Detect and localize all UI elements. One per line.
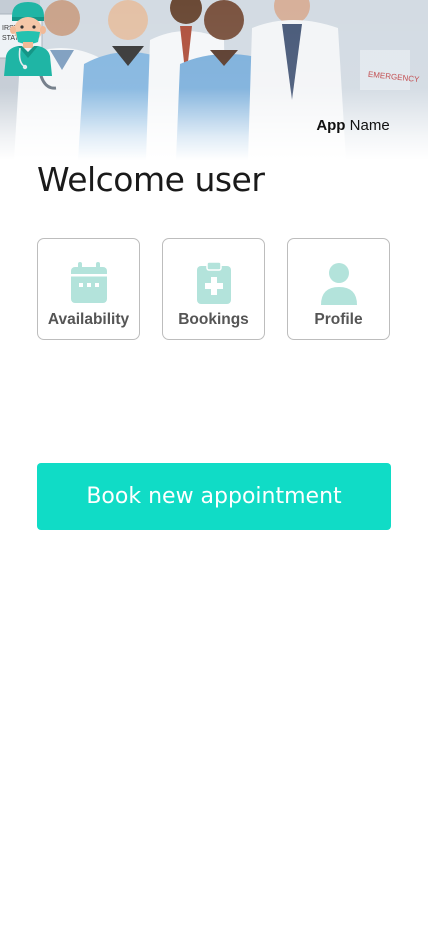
calendar-icon — [70, 262, 107, 303]
bookings-tile-label: Bookings — [178, 311, 249, 328]
book-new-appointment-button[interactable]: Book new appointment — [37, 463, 391, 530]
user-icon — [320, 263, 357, 305]
header-fade-overlay — [0, 0, 428, 160]
app-name-bold: App — [316, 117, 346, 134]
availability-tile[interactable]: Availability — [37, 238, 140, 340]
quick-actions-row: Availability Bookings Profile — [37, 238, 391, 342]
bookings-tile[interactable]: Bookings — [162, 238, 265, 340]
doctor-avatar-logo-icon — [4, 2, 52, 76]
availability-tile-label: Availability — [47, 311, 130, 328]
home-screen: IRST AID STATION EMERGENCY — [0, 0, 428, 926]
clipboard-plus-icon — [196, 261, 231, 304]
profile-tile[interactable]: Profile — [287, 238, 390, 340]
header-banner-image: IRST AID STATION EMERGENCY — [0, 0, 428, 160]
app-name-label: App Name — [300, 117, 406, 134]
welcome-heading: Welcome user — [37, 160, 265, 199]
profile-tile-label: Profile — [314, 311, 363, 328]
app-name-rest: Name — [345, 117, 390, 134]
